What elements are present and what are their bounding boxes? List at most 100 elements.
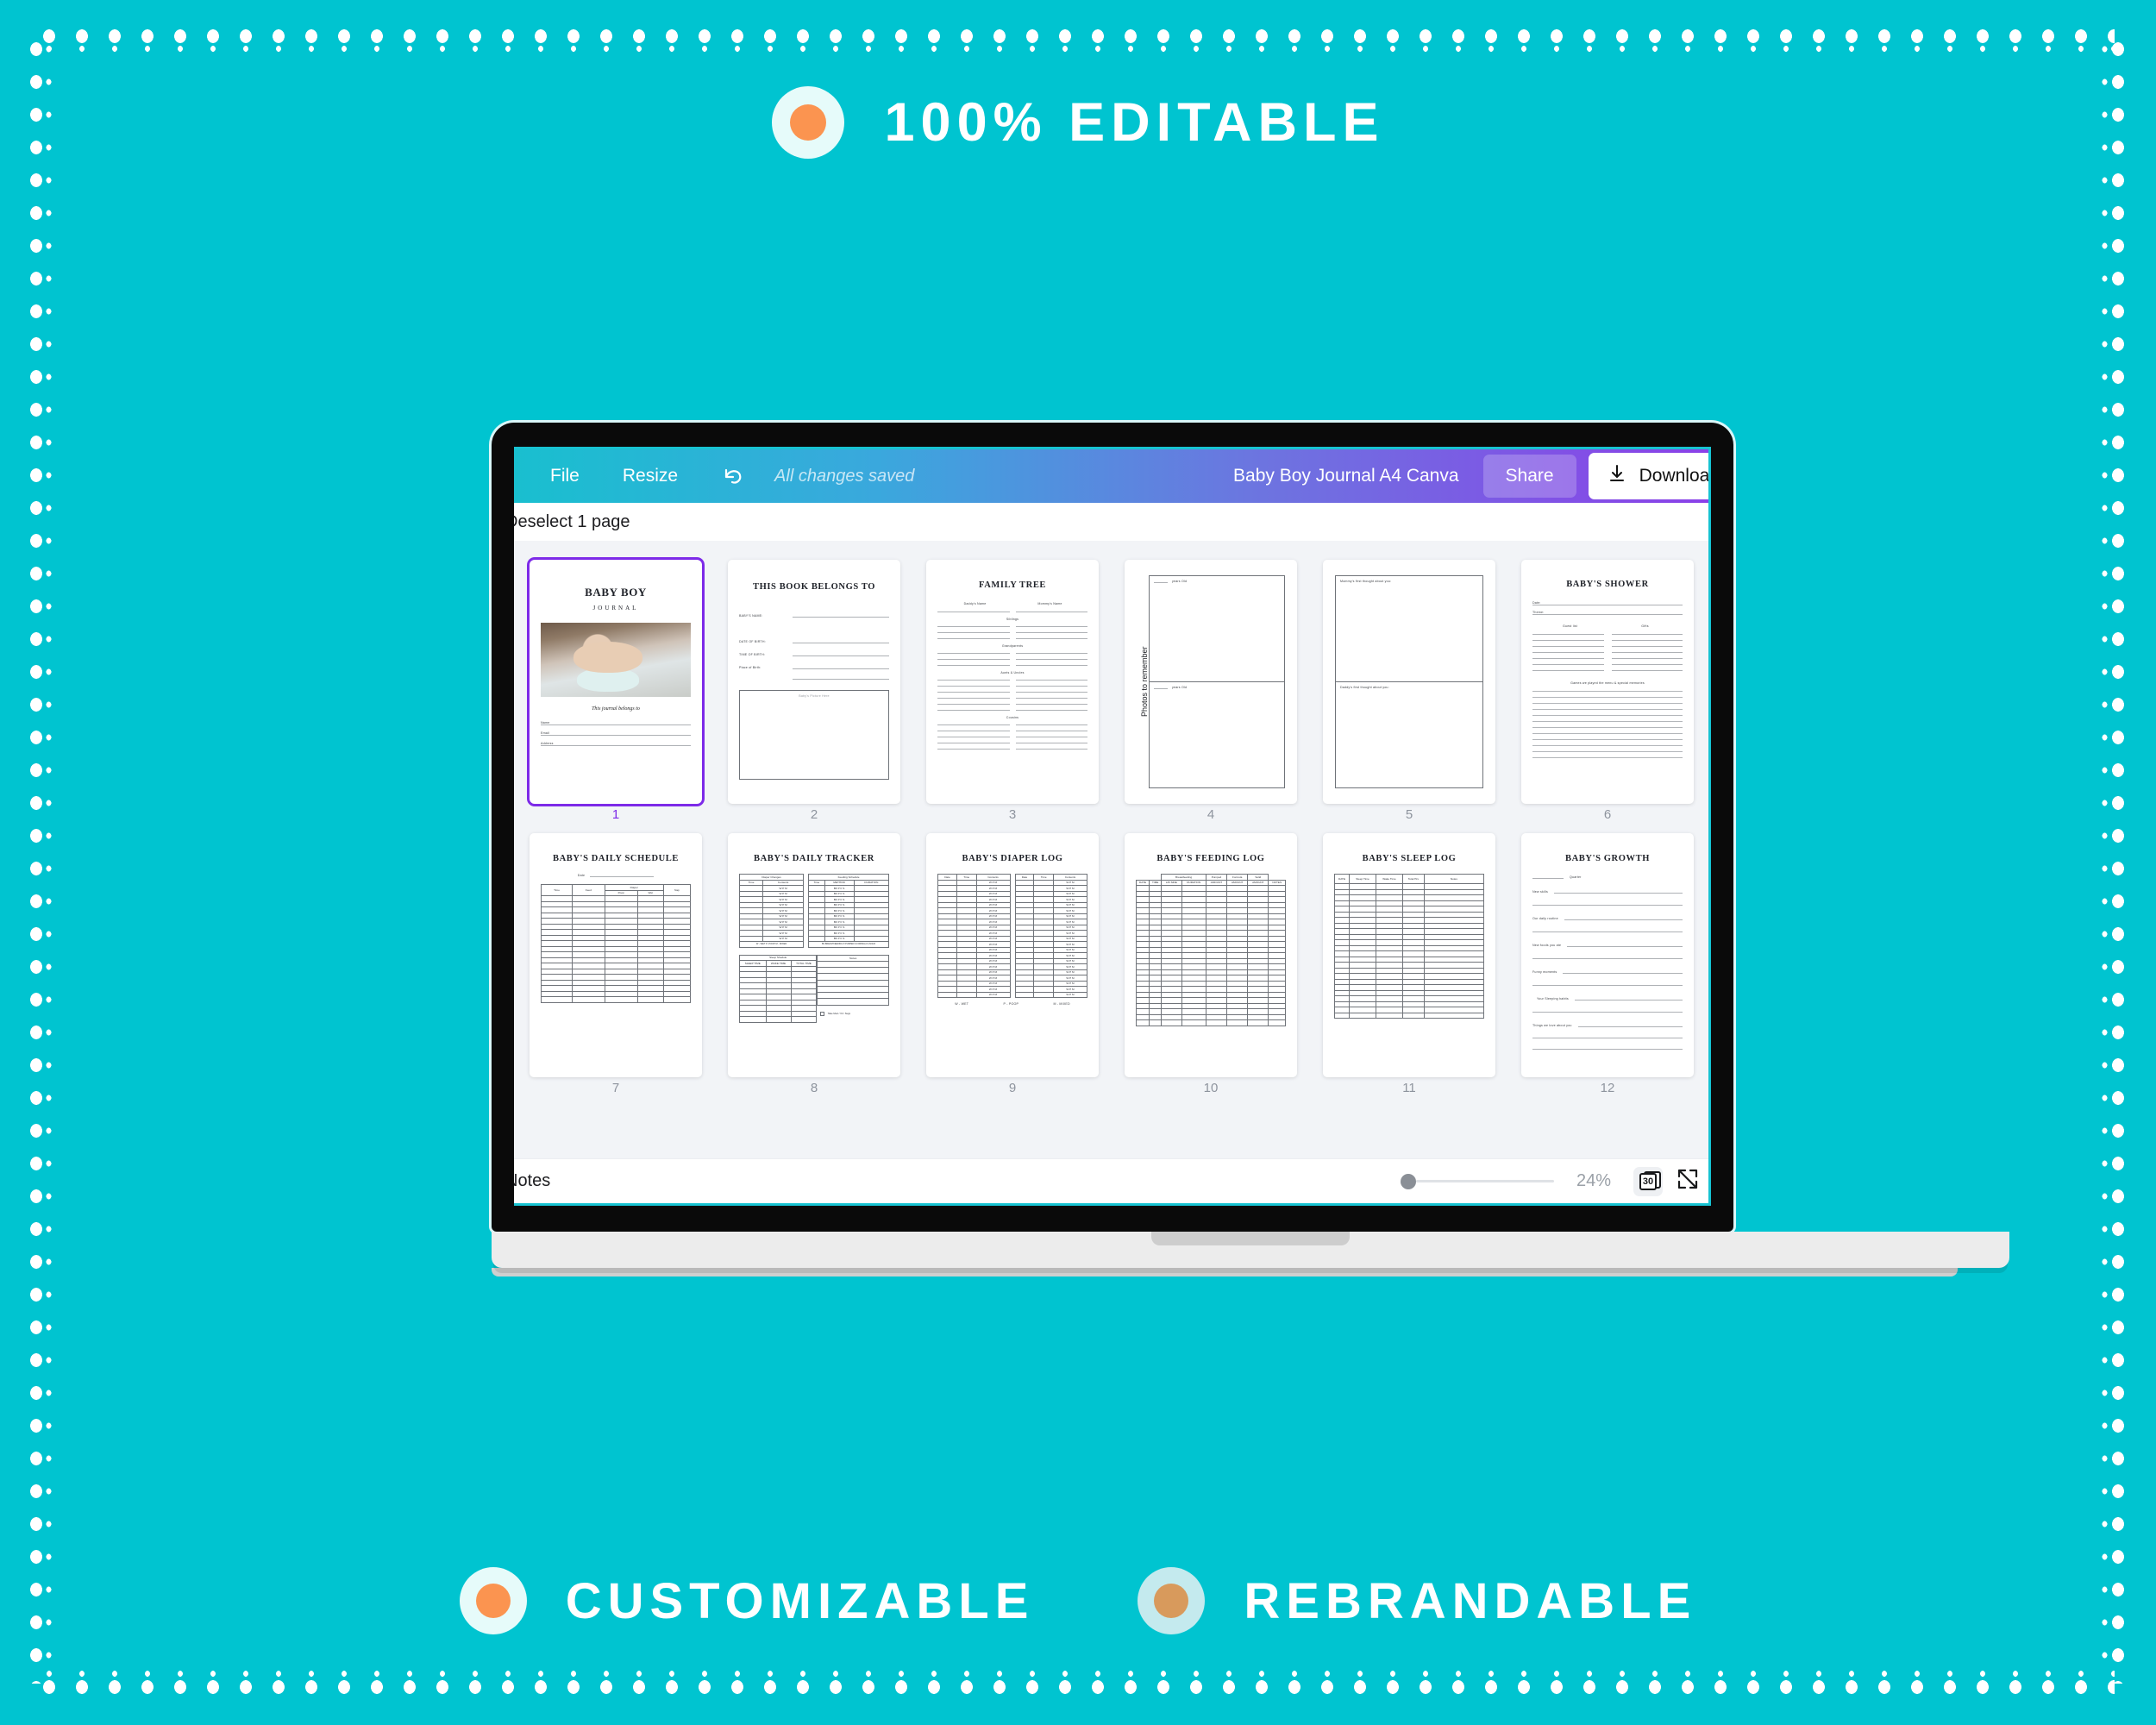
family-title: FAMILY TREE: [978, 580, 1047, 590]
badge-editable-label: 100% EDITABLE: [884, 92, 1385, 153]
page-number-1: 1: [611, 807, 620, 822]
pages-stack-icon[interactable]: 30: [1633, 1166, 1663, 1196]
circle-dot-icon: [459, 1567, 527, 1634]
schedule-title: BABY'S DAILY SCHEDULE: [552, 854, 680, 863]
zoom-slider[interactable]: [1400, 1173, 1554, 1189]
page-thumbnail-6[interactable]: BABY'S SHOWER Date: Theme: Guest list Gi…: [1521, 560, 1694, 821]
border-dots-bottom: [41, 1668, 2115, 1697]
page-canvas-4[interactable]: Photos to remember years Old years Old: [1125, 560, 1297, 804]
shower-field-theme: Theme:: [1532, 611, 1683, 615]
page-thumbnail-11[interactable]: BABY'S SLEEP LOG DATE Sleep Time Wake Tim…: [1323, 833, 1495, 1095]
family-section-siblings: Siblings: [1006, 618, 1019, 621]
shower-note-label: Games we played the menu & special memor…: [1570, 681, 1645, 685]
family-lines-siblings: [937, 626, 1087, 639]
document-title[interactable]: Baby Boy Journal A4 Canva: [1233, 466, 1459, 486]
page-number-12: 12: [1600, 1081, 1615, 1095]
page-number-5: 5: [1405, 807, 1413, 822]
page-canvas-12[interactable]: BABY'S GROWTH Quarter New skills Our dai…: [1521, 833, 1694, 1077]
page-number-6: 6: [1603, 807, 1612, 822]
zoom-slider-track[interactable]: [1415, 1180, 1554, 1182]
page-thumbnail-2[interactable]: THIS BOOK BELONGS TO BABY'S NAME: DATE O…: [728, 560, 900, 821]
cover-photo: [541, 623, 691, 697]
page-thumbnail-4[interactable]: Photos to remember years Old years Old 4: [1125, 560, 1297, 821]
page-canvas-3[interactable]: FAMILY TREE Daddy's Name Mommy's Name Si…: [926, 560, 1099, 804]
zoom-level-value: 24%: [1576, 1171, 1611, 1190]
feeding-title: BABY'S FEEDING LOG: [1156, 854, 1265, 863]
page-count-value: 30: [1639, 1172, 1657, 1190]
family-lines-aunts: [937, 680, 1087, 711]
page-number-9: 9: [1008, 1081, 1017, 1095]
tracker-diaper-block: Diaper Changes Time Contents W P M W P M …: [738, 874, 805, 948]
page-number-4: 4: [1206, 807, 1215, 822]
tracker-checkbox[interactable]: [819, 1012, 824, 1017]
cover-script: This journal belongs to: [592, 706, 640, 712]
laptop-screen: File Resize All changes saved Baby Boy J…: [514, 447, 1711, 1206]
bottom-feature-badges: CUSTOMIZABLE REBRANDABLE: [0, 1567, 2156, 1634]
page-thumbnail-9[interactable]: BABY'S DIAPER LOG Date Time Contents W P M…: [926, 833, 1099, 1095]
sleep-title: BABY'S SLEEP LOG: [1362, 854, 1457, 863]
family-section-cousins: Cousins: [1006, 716, 1019, 719]
zoom-slider-knob[interactable]: [1400, 1173, 1416, 1189]
page-thumbnail-1[interactable]: BABY BOY JOURNAL This journal belongs to…: [530, 560, 702, 821]
cover-field-email: Email: [541, 731, 691, 736]
shower-guest-lines: [1532, 634, 1683, 671]
photos-side-label: Photos to remember: [1140, 646, 1149, 718]
expand-diagonal-icon[interactable]: [1677, 1168, 1699, 1195]
belongs-field-dob: DATE OF BIRTH:: [739, 640, 889, 643]
page-thumbnail-7[interactable]: BABY'S DAILY SCHEDULE Date Time Feed Diap…: [530, 833, 702, 1095]
app-toolbar: File Resize All changes saved Baby Boy J…: [514, 449, 1708, 503]
page-canvas-8[interactable]: BABY'S DAILY TRACKER Diaper Changes Time…: [728, 833, 900, 1077]
menu-resize[interactable]: Resize: [623, 466, 678, 486]
download-icon: [1608, 464, 1626, 488]
cover-field-address: Address: [541, 742, 691, 746]
page-canvas-11[interactable]: BABY'S SLEEP LOG DATE Sleep Time Wake Tim…: [1323, 833, 1495, 1077]
top-feature-badge: 100% EDITABLE: [0, 86, 2156, 159]
page-canvas-6[interactable]: BABY'S SHOWER Date: Theme: Guest list Gi…: [1521, 560, 1694, 804]
growth-field-2: New foods you ate: [1532, 944, 1683, 947]
deselect-bar: Deselect 1 page: [514, 503, 1708, 541]
page-thumbnail-12[interactable]: BABY'S GROWTH Quarter New skills Our dai…: [1521, 833, 1694, 1095]
laptop-mockup: File Resize All changes saved Baby Boy J…: [492, 423, 2009, 1276]
tracker-feeding-block: Feeding Schedule Time METHOD DURATION BF P…: [808, 874, 890, 948]
page-thumbnail-3[interactable]: FAMILY TREE Daddy's Name Mommy's Name Si…: [926, 560, 1099, 821]
page-thumbnail-8[interactable]: BABY'S DAILY TRACKER Diaper Changes Time…: [728, 833, 900, 1095]
page-number-3: 3: [1008, 807, 1017, 822]
deselect-pages-button[interactable]: Deselect 1 page: [514, 512, 630, 532]
canva-app: File Resize All changes saved Baby Boy J…: [514, 449, 1708, 1203]
feeding-table: Breastfeeding Pumped Formula Solid DATE T…: [1135, 874, 1286, 1026]
undo-arrow-icon[interactable]: [721, 465, 745, 487]
family-lines-grandparents: [937, 653, 1087, 666]
belongs-title: THIS BOOK BELONGS TO: [752, 582, 876, 592]
page-canvas-2[interactable]: THIS BOOK BELONGS TO BABY'S NAME: DATE O…: [728, 560, 900, 804]
belongs-field-tob: TIME OF BIRTH:: [739, 653, 889, 656]
growth-field-3: Funny moments: [1532, 970, 1683, 974]
page-canvas-10[interactable]: BABY'S FEEDING LOG Breastfeeding Pumped …: [1125, 833, 1297, 1077]
border-dots-left: [28, 41, 57, 1684]
laptop-lid: File Resize All changes saved Baby Boy J…: [492, 423, 1733, 1232]
download-button[interactable]: Download: [1588, 453, 1708, 499]
shower-title: BABY'S SHOWER: [1566, 580, 1649, 589]
menu-file[interactable]: File: [550, 466, 580, 486]
belongs-photo-box: Baby's Picture Here: [739, 690, 889, 780]
diaper-legend: W - WET P - POOP M - MIXED: [955, 1002, 1070, 1006]
page-thumbnail-5[interactable]: Mommy's first thought about you: Daddy's…: [1323, 560, 1495, 821]
share-button[interactable]: Share: [1482, 455, 1576, 498]
shower-field-date: Date:: [1532, 601, 1683, 605]
page-canvas-9[interactable]: BABY'S DIAPER LOG Date Time Contents W P M…: [926, 833, 1099, 1077]
page-number-8: 8: [810, 1081, 818, 1095]
page-canvas-7[interactable]: BABY'S DAILY SCHEDULE Date Time Feed Diap…: [530, 833, 702, 1077]
page-thumbnail-10[interactable]: BABY'S FEEDING LOG Breastfeeding Pumped …: [1125, 833, 1297, 1095]
page-number-7: 7: [611, 1081, 620, 1095]
badge-rebrandable-label: REBRANDABLE: [1244, 1572, 1697, 1629]
badge-rebrandable: REBRANDABLE: [1138, 1567, 1696, 1634]
family-parent-labels: Daddy's Name Mommy's Name: [963, 602, 1062, 605]
tracker-sleep-notes-block: Sleep Shedule SLEEP TIME WAKE TIME TOTAL T…: [738, 954, 889, 1023]
notes-button[interactable]: Notes: [514, 1171, 550, 1191]
diaper-tables: Date Time Contents W P MW P M W P MW P M W…: [937, 874, 1087, 998]
family-lines-cousins: [937, 724, 1087, 750]
cover-subtitle: JOURNAL: [592, 605, 639, 612]
page-canvas-1[interactable]: BABY BOY JOURNAL This journal belongs to…: [530, 560, 702, 804]
page-canvas-5[interactable]: Mommy's first thought about you: Daddy's…: [1323, 560, 1495, 804]
page-number-10: 10: [1203, 1081, 1219, 1095]
page-number-11: 11: [1402, 1081, 1416, 1095]
